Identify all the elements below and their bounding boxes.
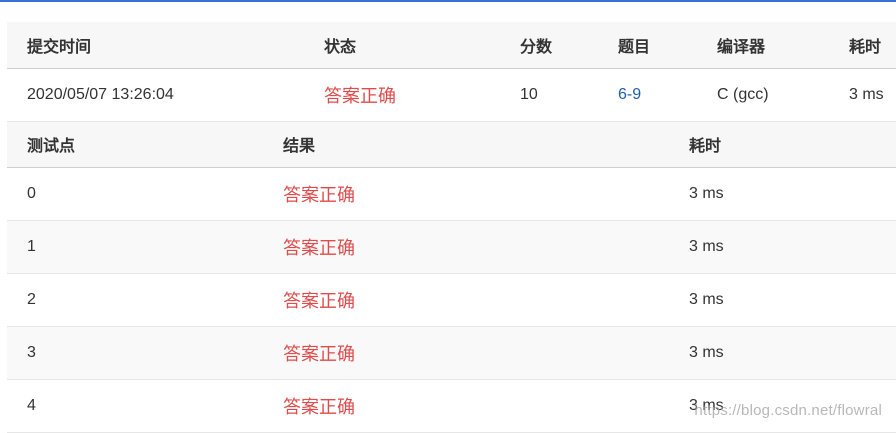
test-case-id: 1: [7, 221, 263, 274]
header-problem: 题目: [598, 22, 697, 68]
header-score: 分数: [500, 22, 598, 68]
table-row: 1 答案正确 3 ms: [7, 221, 896, 274]
test-case-result: 答案正确: [263, 327, 669, 380]
header-result: 结果: [263, 122, 669, 168]
header-compiler: 编译器: [697, 22, 829, 68]
test-case-id: 2: [7, 274, 263, 327]
test-case-time: 3 ms: [669, 274, 896, 327]
test-case-table: 测试点 结果 耗时 0 答案正确 3 ms 1 答案正确 3 ms 2 答案正确…: [7, 122, 896, 433]
header-elapsed: 耗时: [829, 22, 896, 68]
status-accepted: 答案正确: [304, 68, 500, 121]
header-case-time: 耗时: [669, 122, 896, 168]
elapsed-time: 3 ms: [829, 68, 896, 121]
test-case-result: 答案正确: [263, 168, 669, 221]
table-row: 2 答案正确 3 ms: [7, 274, 896, 327]
test-case-id: 4: [7, 380, 263, 433]
test-case-id: 0: [7, 168, 263, 221]
test-case-time: 3 ms: [669, 168, 896, 221]
table-row: 0 答案正确 3 ms: [7, 168, 896, 221]
compiler: C (gcc): [697, 68, 829, 121]
test-case-header-row: 测试点 结果 耗时: [7, 122, 896, 168]
header-submit-time: 提交时间: [7, 22, 304, 68]
submission-header-row: 提交时间 状态 分数 题目 编译器 耗时: [7, 22, 896, 68]
watermark: https://blog.csdn.net/flowral: [694, 402, 882, 419]
score: 10: [500, 68, 598, 121]
test-case-result: 答案正确: [263, 274, 669, 327]
top-accent-rule: [0, 0, 896, 2]
header-test-case: 测试点: [7, 122, 263, 168]
test-case-time: 3 ms: [669, 221, 896, 274]
submit-time: 2020/05/07 13:26:04: [7, 68, 304, 121]
problem-link[interactable]: 6-9: [618, 86, 641, 103]
test-case-result: 答案正确: [263, 221, 669, 274]
table-row: 3 答案正确 3 ms: [7, 327, 896, 380]
submission-panel: 提交时间 状态 分数 题目 编译器 耗时 2020/05/07 13:26:04…: [7, 22, 896, 433]
problem-cell: 6-9: [598, 68, 697, 121]
submission-row: 2020/05/07 13:26:04 答案正确 10 6-9 C (gcc) …: [7, 68, 896, 121]
header-status: 状态: [304, 22, 500, 68]
test-case-result: 答案正确: [263, 380, 669, 433]
test-case-id: 3: [7, 327, 263, 380]
submission-table: 提交时间 状态 分数 题目 编译器 耗时 2020/05/07 13:26:04…: [7, 22, 896, 122]
test-case-time: 3 ms: [669, 327, 896, 380]
